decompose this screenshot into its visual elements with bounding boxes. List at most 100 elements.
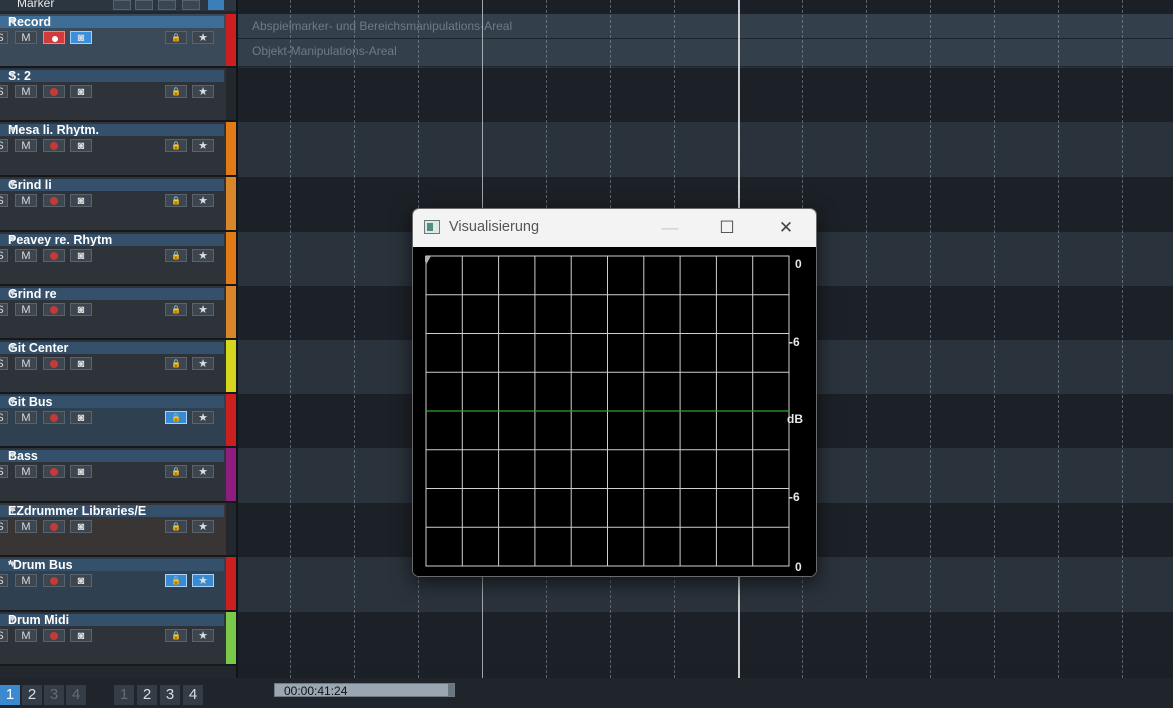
track-dropdown-icon[interactable]: ▼ — [8, 234, 220, 244]
track-header[interactable]: Peavey re. Rhytm▼ SM ◙ 🔒 ★ — [0, 232, 236, 286]
close-button[interactable]: ✕ — [763, 209, 809, 247]
track-dropdown-icon[interactable]: ▼ — [8, 124, 220, 134]
lock-icon[interactable]: 🔒 — [165, 139, 187, 152]
track-name-bar[interactable]: *Drum Bus ▼ — [0, 559, 224, 571]
star-icon[interactable]: ★ — [192, 520, 214, 533]
page-b-3[interactable]: 3 — [160, 685, 180, 705]
track-name-bar[interactable]: Record ▼ — [0, 16, 224, 28]
track-dropdown-icon[interactable]: ▼ — [8, 342, 220, 352]
star-icon[interactable]: ★ — [192, 357, 214, 370]
solo-button[interactable]: S — [0, 249, 8, 262]
track-header[interactable]: Bass▼ SM ◙ 🔒 ★ — [0, 448, 236, 503]
record-arm-button[interactable] — [43, 629, 65, 642]
monitor-button[interactable]: ◙ — [70, 31, 92, 44]
record-arm-button[interactable] — [43, 303, 65, 316]
star-icon[interactable]: ★ — [192, 249, 214, 262]
record-arm-button[interactable] — [43, 31, 65, 44]
monitor-button[interactable]: ◙ — [70, 411, 92, 424]
track-header[interactable]: Git Bus▼ SM ◙ 🔒 ★ — [0, 394, 236, 448]
star-icon[interactable]: ★ — [192, 574, 214, 587]
solo-button[interactable]: S — [0, 85, 8, 98]
record-arm-button[interactable] — [43, 85, 65, 98]
track-lane[interactable] — [238, 122, 1173, 177]
track-name-bar[interactable]: Git Center ▼ — [0, 342, 224, 354]
record-arm-button[interactable] — [43, 194, 65, 207]
track-name-bar[interactable]: Bass ▼ — [0, 450, 224, 462]
solo-button[interactable]: S — [0, 465, 8, 478]
marker-edit-icon[interactable] — [113, 0, 131, 10]
mute-button[interactable]: M — [15, 85, 37, 98]
solo-button[interactable]: S — [0, 139, 8, 152]
lock-icon[interactable]: 🔒 — [165, 574, 187, 587]
visualisierung-window[interactable]: Visualisierung — ☐ ✕ 0 -6 dB -6 0 — [412, 208, 817, 577]
marker-search-icon[interactable] — [158, 0, 176, 10]
star-icon[interactable]: ★ — [192, 629, 214, 642]
track-header[interactable]: Grind li▼ SM ◙ 🔒 ★ — [0, 177, 236, 232]
mute-button[interactable]: M — [15, 411, 37, 424]
mute-button[interactable]: M — [15, 31, 37, 44]
page-a-1[interactable]: 1 — [0, 685, 20, 705]
lock-icon[interactable]: 🔒 — [165, 629, 187, 642]
page-b-1[interactable]: 1 — [114, 685, 134, 705]
lock-icon[interactable]: 🔒 — [165, 85, 187, 98]
time-scrollbar[interactable]: 00:00:41:24 — [274, 683, 455, 698]
track-header[interactable]: Drum Midi▼ SM ◙ 🔒 ★ — [0, 612, 236, 666]
record-arm-button[interactable] — [43, 249, 65, 262]
track-dropdown-icon[interactable]: ▼ — [8, 396, 220, 406]
window-titlebar[interactable]: Visualisierung — ☐ ✕ — [413, 209, 816, 247]
lock-icon[interactable]: 🔒 — [165, 357, 187, 370]
star-icon[interactable]: ★ — [192, 139, 214, 152]
track-name-bar[interactable]: S: 2 ▼ — [0, 70, 224, 82]
track-name-bar[interactable]: EZdrummer Libraries/E ▼ — [0, 505, 224, 517]
solo-button[interactable]: S — [0, 629, 8, 642]
track-name-bar[interactable]: Grind re ▼ — [0, 288, 224, 300]
track-lane[interactable] — [238, 612, 1173, 666]
mute-button[interactable]: M — [15, 574, 37, 587]
track-header[interactable]: Grind re▼ SM ◙ 🔒 ★ — [0, 286, 236, 340]
page-b-2[interactable]: 2 — [137, 685, 157, 705]
record-arm-button[interactable] — [43, 520, 65, 533]
monitor-button[interactable]: ◙ — [70, 520, 92, 533]
monitor-button[interactable]: ◙ — [70, 465, 92, 478]
monitor-button[interactable]: ◙ — [70, 629, 92, 642]
record-arm-button[interactable] — [43, 411, 65, 424]
mute-button[interactable]: M — [15, 194, 37, 207]
star-icon[interactable]: ★ — [192, 85, 214, 98]
lock-icon[interactable]: 🔒 — [165, 249, 187, 262]
lock-icon[interactable]: 🔒 — [165, 465, 187, 478]
track-name-bar[interactable]: Peavey re. Rhytm ▼ — [0, 234, 224, 246]
solo-button[interactable]: S — [0, 357, 8, 370]
track-dropdown-icon[interactable]: ▼ — [8, 450, 220, 460]
solo-button[interactable]: S — [0, 411, 8, 424]
star-icon[interactable]: ★ — [192, 194, 214, 207]
track-dropdown-icon[interactable]: ▼ — [8, 559, 220, 569]
lock-icon[interactable]: 🔒 — [165, 303, 187, 316]
solo-button[interactable]: S — [0, 574, 8, 587]
record-arm-button[interactable] — [43, 574, 65, 587]
solo-button[interactable]: S — [0, 303, 8, 316]
track-dropdown-icon[interactable]: ▼ — [8, 288, 220, 298]
minimize-button[interactable]: — — [647, 209, 693, 247]
star-icon[interactable]: ★ — [192, 303, 214, 316]
lock-icon[interactable]: 🔒 — [165, 520, 187, 533]
mute-button[interactable]: M — [15, 520, 37, 533]
star-icon[interactable]: ★ — [192, 465, 214, 478]
track-header[interactable]: Record▼ SM ◙ 🔒 ★ — [0, 14, 236, 68]
marker-lock-icon[interactable] — [182, 0, 200, 10]
track-name-bar[interactable]: Mesa li. Rhytm. ▼ — [0, 124, 224, 136]
mute-button[interactable]: M — [15, 357, 37, 370]
monitor-button[interactable]: ◙ — [70, 574, 92, 587]
marker-track-header[interactable]: Marker — [0, 0, 236, 11]
monitor-button[interactable]: ◙ — [70, 303, 92, 316]
monitor-button[interactable]: ◙ — [70, 194, 92, 207]
track-name-bar[interactable]: Drum Midi ▼ — [0, 614, 224, 626]
mute-button[interactable]: M — [15, 629, 37, 642]
track-dropdown-icon[interactable]: ▼ — [8, 179, 220, 189]
page-b-4[interactable]: 4 — [183, 685, 203, 705]
track-header[interactable]: Mesa li. Rhytm.▼ SM ◙ 🔒 ★ — [0, 122, 236, 177]
monitor-button[interactable]: ◙ — [70, 139, 92, 152]
mute-button[interactable]: M — [15, 139, 37, 152]
page-a-2[interactable]: 2 — [22, 685, 42, 705]
playback-marker-area[interactable]: Abspielmarker- und Bereichsmanipulations… — [238, 14, 1173, 39]
monitor-button[interactable]: ◙ — [70, 357, 92, 370]
